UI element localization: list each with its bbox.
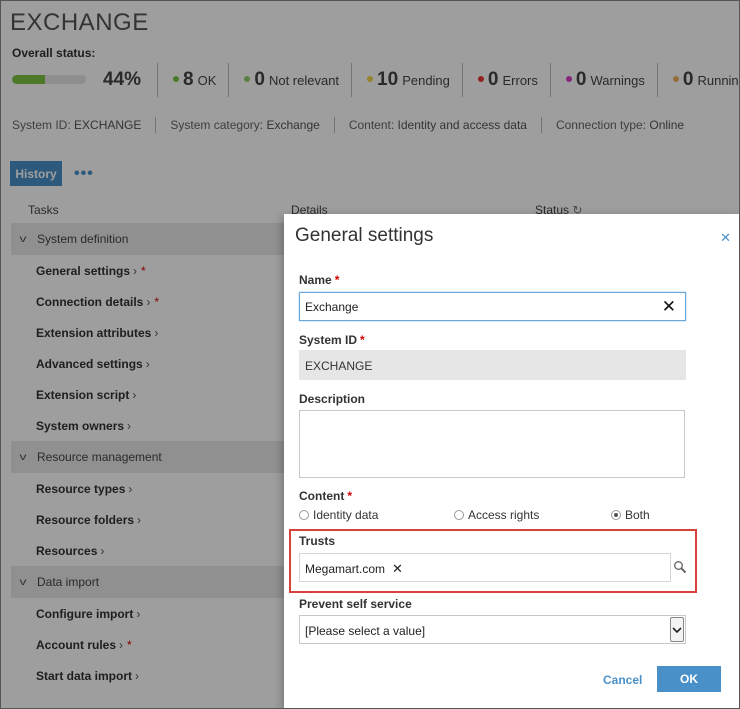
content-radio-group: Identity data Access rights Both xyxy=(299,508,669,524)
content-label: Content * xyxy=(299,489,352,503)
chevron-down-icon[interactable] xyxy=(670,617,684,642)
prevent-self-service-label: Prevent self service xyxy=(299,597,412,611)
radio-label: Identity data xyxy=(313,508,379,522)
radio-label: Both xyxy=(625,508,650,522)
name-value: Exchange xyxy=(305,300,359,314)
content-label-text: Content xyxy=(299,489,345,503)
system-id-label: System ID * xyxy=(299,333,365,347)
required-mark: * xyxy=(334,273,340,287)
content-radio[interactable]: Access rights xyxy=(454,508,539,522)
ok-button[interactable]: OK xyxy=(657,666,721,692)
required-mark: * xyxy=(347,489,352,503)
name-field[interactable]: Exchange ✕ xyxy=(299,292,686,321)
app-window: EXCHANGE Overall status: 44% 8 OK 0 Not rel… xyxy=(0,0,740,709)
description-label: Description xyxy=(299,392,366,406)
trusts-field[interactable]: Megamart.com ✕ xyxy=(299,553,671,582)
cancel-button[interactable]: Cancel xyxy=(603,673,642,687)
radio-label: Access rights xyxy=(468,508,540,522)
radio-button[interactable] xyxy=(299,510,309,520)
system-id-label-text: System ID xyxy=(299,333,358,347)
description-field[interactable] xyxy=(299,410,685,478)
system-id-field: EXCHANGE xyxy=(299,350,686,380)
required-mark: * xyxy=(360,333,365,347)
prevent-self-service-select[interactable]: [Please select a value] xyxy=(299,615,686,644)
name-label-text: Name xyxy=(299,273,332,287)
search-icon[interactable] xyxy=(673,560,687,574)
trusts-label: Trusts xyxy=(299,534,336,548)
close-icon[interactable]: ✕ xyxy=(720,230,731,246)
general-settings-dialog: General settings ✕ Name * Exchange ✕ Syst… xyxy=(284,214,739,708)
remove-chip-icon[interactable]: ✕ xyxy=(392,561,403,577)
dialog-title: General settings xyxy=(295,225,434,246)
content-radio[interactable]: Identity data xyxy=(299,508,378,522)
trust-chip-label: Megamart.com xyxy=(305,562,386,576)
prevent-self-service-value: [Please select a value] xyxy=(305,624,426,638)
system-id-value: EXCHANGE xyxy=(305,359,373,373)
radio-button[interactable] xyxy=(454,510,464,520)
name-label: Name * xyxy=(299,273,339,287)
content-radio[interactable]: Both xyxy=(611,508,650,522)
clear-icon[interactable]: ✕ xyxy=(662,297,676,317)
radio-button[interactable] xyxy=(611,510,621,520)
trust-chip: Megamart.com ✕ xyxy=(305,561,403,577)
